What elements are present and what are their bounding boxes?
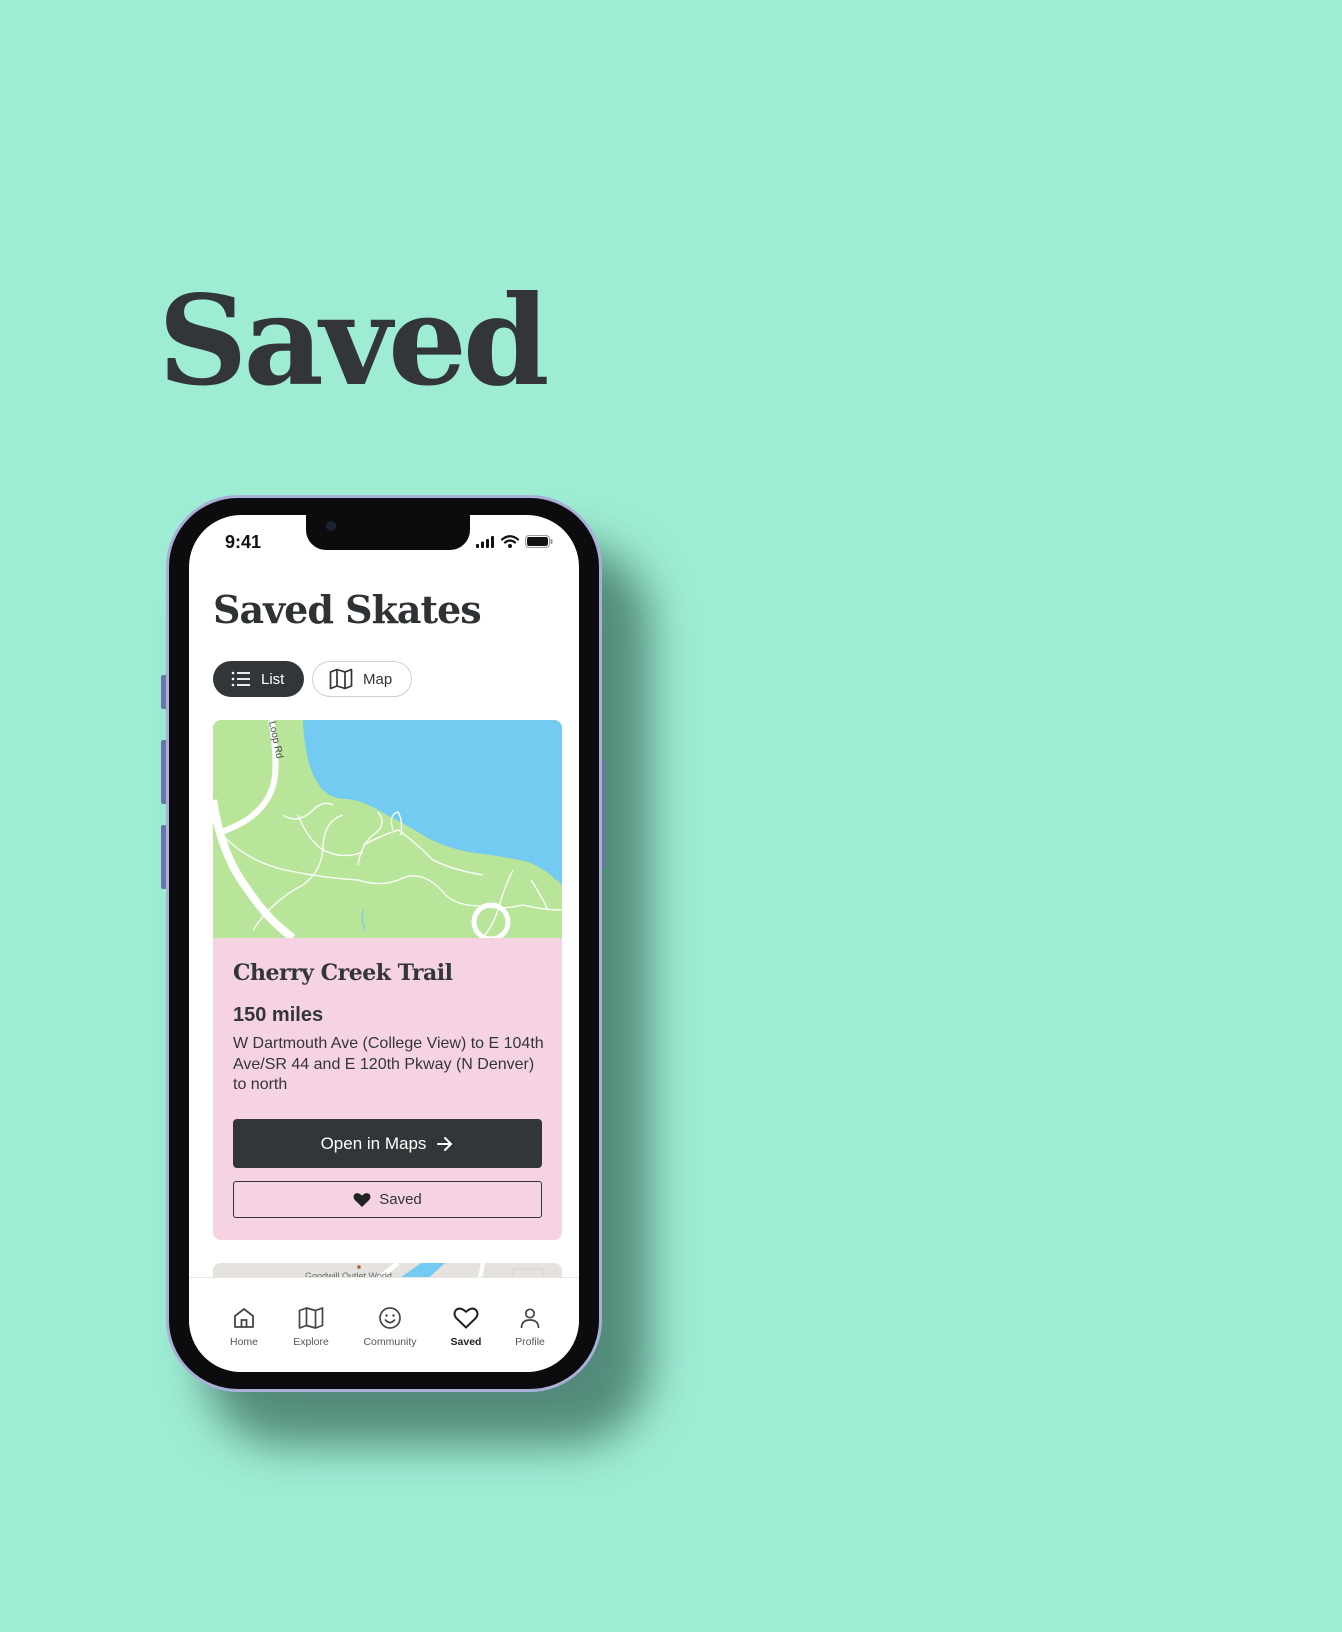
open-in-maps-button[interactable]: Open in Maps xyxy=(233,1119,542,1168)
tab-home-label: Home xyxy=(229,1336,258,1348)
tab-bar: Home Explore Community Saved Profile xyxy=(189,1277,579,1372)
list-icon xyxy=(231,671,250,687)
tab-profile[interactable]: Profile xyxy=(495,1306,565,1348)
map-icon xyxy=(329,668,353,690)
camera-icon xyxy=(326,521,336,531)
map-view-toggle[interactable]: Map xyxy=(312,661,412,697)
heart-icon xyxy=(453,1307,479,1329)
tab-community[interactable]: Community xyxy=(355,1306,425,1348)
arrow-right-icon xyxy=(437,1136,453,1151)
signal-icon xyxy=(476,535,494,548)
wifi-icon xyxy=(501,535,519,548)
trail-card: Loop Rd Cherry Creek Trail 150 miles W D… xyxy=(213,720,562,1240)
list-view-toggle[interactable]: List xyxy=(213,661,304,697)
saved-button-label: Saved xyxy=(379,1191,422,1208)
map-icon xyxy=(298,1307,324,1329)
tab-explore-label: Explore xyxy=(293,1336,329,1348)
screen-title: Saved Skates xyxy=(213,587,482,632)
notch xyxy=(306,515,470,550)
tab-profile-label: Profile xyxy=(515,1336,545,1348)
list-toggle-label: List xyxy=(261,670,285,688)
status-icons xyxy=(476,535,553,548)
open-in-maps-label: Open in Maps xyxy=(320,1133,427,1153)
tab-saved[interactable]: Saved xyxy=(431,1306,501,1348)
tab-community-label: Community xyxy=(363,1336,417,1348)
trail-map[interactable]: Loop Rd xyxy=(213,720,562,938)
phone-screen: 9:41 Saved Skates List Map Loop Rd Cherr… xyxy=(189,515,579,1372)
smiley-icon xyxy=(379,1307,401,1329)
status-time: 9:41 xyxy=(225,532,262,552)
trail-description: W Dartmouth Ave (College View) to E 104t… xyxy=(233,1035,544,1093)
trail-distance: 150 miles xyxy=(233,1004,324,1026)
tab-home[interactable]: Home xyxy=(209,1306,279,1348)
saved-button[interactable]: Saved xyxy=(233,1181,542,1218)
map-toggle-label: Map xyxy=(363,670,393,688)
trail-title: Cherry Creek Trail xyxy=(233,960,453,986)
home-icon xyxy=(234,1308,254,1328)
tab-saved-label: Saved xyxy=(450,1336,482,1348)
tab-explore[interactable]: Explore xyxy=(276,1306,346,1348)
heart-filled-icon xyxy=(353,1192,371,1207)
hero-title: Saved xyxy=(158,269,550,414)
battery-icon xyxy=(525,535,553,548)
phone-frame: 9:41 Saved Skates List Map Loop Rd Cherr… xyxy=(166,495,602,1392)
person-icon xyxy=(520,1308,540,1329)
